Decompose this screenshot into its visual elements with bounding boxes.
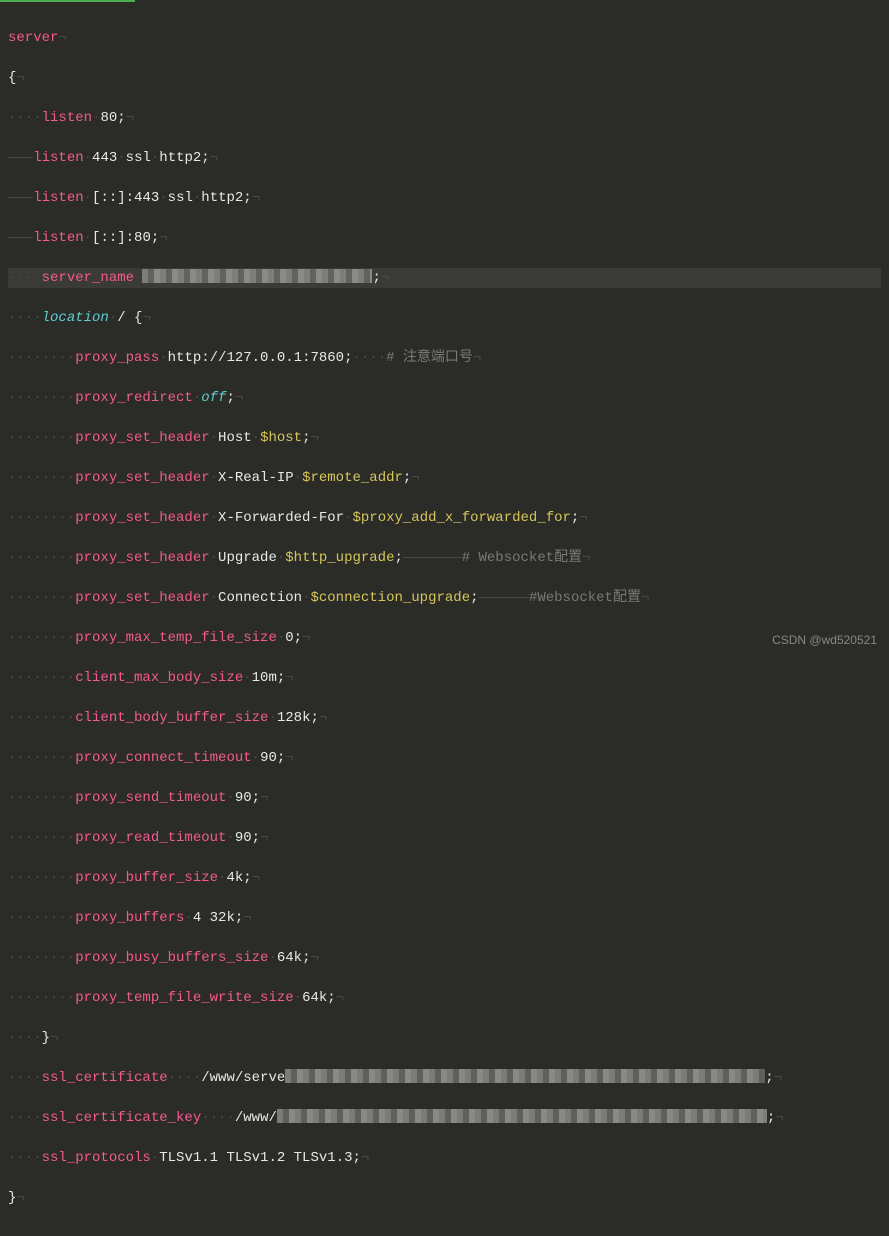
code-line: ———listen·443·ssl·http2;¬	[8, 148, 881, 168]
code-line: {¬	[8, 68, 881, 88]
redacted-ssl-cert	[285, 1069, 765, 1083]
code-line: ········proxy_set_header·X-Forwarded-For…	[8, 508, 881, 528]
code-line: ········proxy_set_header·Connection·$con…	[8, 588, 881, 608]
code-line: server¬	[8, 28, 881, 48]
code-line: ····listen·80;¬	[8, 108, 881, 128]
code-line: ····ssl_certificate····/www/serve;¬	[8, 1068, 881, 1088]
code-line: ········proxy_buffers·4 32k;¬	[8, 908, 881, 928]
code-line: ········proxy_buffer_size·4k;¬	[8, 868, 881, 888]
code-line: ········proxy_send_timeout·90;¬	[8, 788, 881, 808]
code-line: ····ssl_certificate_key····/www/;¬	[8, 1108, 881, 1128]
code-line: ········proxy_set_header·X-Real-IP·$remo…	[8, 468, 881, 488]
code-line: ····}¬	[8, 1028, 881, 1048]
code-line: ········proxy_set_header·Upgrade·$http_u…	[8, 548, 881, 568]
code-line: ········proxy_busy_buffers_size·64k;¬	[8, 948, 881, 968]
watermark: CSDN @wd520521	[772, 630, 877, 650]
code-line: ········proxy_pass·http://127.0.0.1:7860…	[8, 348, 881, 368]
code-line: ····ssl_protocols·TLSv1.1 TLSv1.2 TLSv1.…	[8, 1148, 881, 1168]
code-editor: server¬ {¬ ····listen·80;¬ ———listen·443…	[0, 0, 889, 1236]
code-line: ········proxy_connect_timeout·90;¬	[8, 748, 881, 768]
code-line: ———listen·[::]:443·ssl·http2;¬	[8, 188, 881, 208]
code-line: ········proxy_set_header·Host·$host;¬	[8, 428, 881, 448]
code-line: ········proxy_read_timeout·90;¬	[8, 828, 881, 848]
code-line: ········client_body_buffer_size·128k;¬	[8, 708, 881, 728]
editor-top-border	[0, 0, 135, 2]
code-line: ········proxy_redirect·off;¬	[8, 388, 881, 408]
redacted-server-name	[142, 269, 372, 283]
code-line-highlighted: ····server_name·;¬	[8, 268, 881, 288]
code-line: ········proxy_temp_file_write_size·64k;¬	[8, 988, 881, 1008]
code-line: }¬	[8, 1188, 881, 1208]
code-line: ———listen·[::]:80;¬	[8, 228, 881, 248]
redacted-ssl-key	[277, 1109, 767, 1123]
code-line: ····location·/ {¬	[8, 308, 881, 328]
code-line: ········client_max_body_size·10m;¬	[8, 668, 881, 688]
code-line: ········proxy_max_temp_file_size·0;¬	[8, 628, 881, 648]
